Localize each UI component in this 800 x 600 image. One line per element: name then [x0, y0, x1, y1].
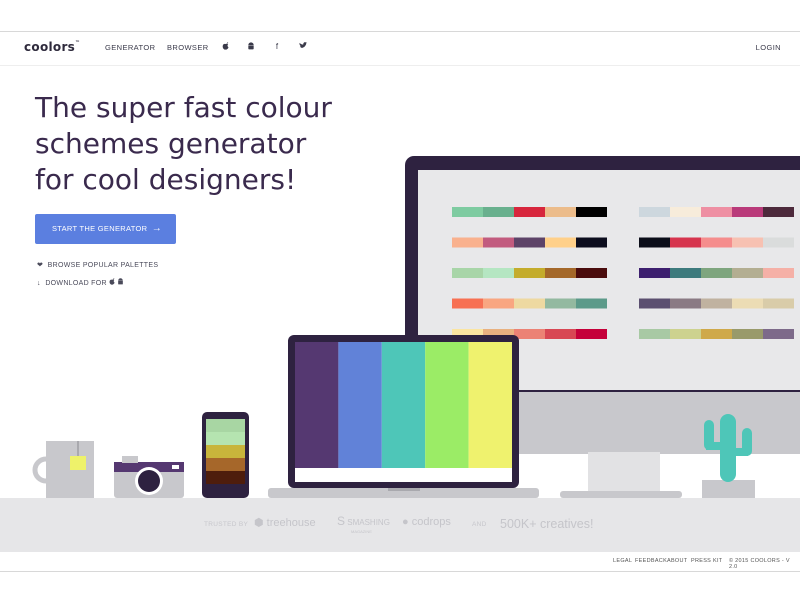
trusted-by-label: TRUSTED BY	[204, 521, 249, 528]
palette-swatch	[732, 268, 763, 278]
palette-swatch	[576, 298, 607, 309]
laptop-stripe	[381, 342, 426, 468]
smashing-logo: S SMASHING MAGAZINE	[337, 514, 390, 534]
palette-swatch	[576, 329, 607, 339]
treehouse-logo: ⬢ treehouse	[254, 517, 316, 529]
palette-swatch	[545, 298, 576, 309]
palette-swatch	[732, 237, 763, 248]
palette-swatch	[483, 268, 514, 278]
camera	[114, 456, 184, 498]
palette-swatch	[514, 268, 545, 278]
footer-legal-link[interactable]: LEGAL	[613, 558, 632, 564]
palette-swatch	[514, 329, 545, 339]
palette-swatch	[701, 268, 732, 278]
mug	[32, 441, 94, 498]
palette-swatch	[763, 207, 794, 217]
laptop-stripe	[468, 342, 512, 468]
codrops-logo: ● codrops	[402, 516, 451, 528]
palette-swatch	[452, 207, 483, 217]
palette-swatch	[732, 298, 763, 309]
palette-swatch	[514, 298, 545, 309]
palette-swatch	[701, 329, 732, 339]
laptop	[268, 335, 539, 498]
palette-swatch	[576, 268, 607, 278]
codrops-drop-icon: ●	[402, 516, 409, 528]
devices-illustration	[32, 156, 800, 498]
footer-presskit-link[interactable]: PRESS KIT	[691, 558, 722, 564]
palette-swatch	[763, 329, 794, 339]
palette-swatch	[576, 207, 607, 217]
laptop-stripe	[425, 342, 469, 468]
phone-stripe	[206, 419, 245, 432]
and-label: AND	[472, 521, 487, 528]
phone	[202, 412, 249, 498]
palette-swatch	[763, 298, 794, 309]
palette-swatch	[732, 207, 763, 217]
palette-swatch	[639, 237, 670, 248]
palette-swatch	[639, 268, 670, 278]
palette-swatch	[483, 298, 514, 309]
creatives-count: 500K+ creatives!	[500, 517, 594, 531]
palette-swatch	[545, 268, 576, 278]
palette-swatch	[514, 207, 545, 217]
phone-stripe	[206, 445, 245, 458]
phone-palette	[206, 419, 245, 484]
palette-swatch	[545, 207, 576, 217]
palette-swatch	[639, 298, 670, 309]
palette-swatch	[514, 237, 545, 248]
footer-copyright: © 2015 COOLORS - V 2.0	[729, 558, 790, 570]
smashing-s-icon: S	[337, 514, 346, 528]
laptop-stripe	[338, 342, 382, 468]
palette-swatch	[670, 207, 701, 217]
palette-swatch	[763, 237, 794, 248]
palette-swatch	[639, 329, 670, 339]
treehouse-leaf-icon: ⬢	[254, 517, 264, 529]
footer-about-link[interactable]: ABOUT	[667, 558, 687, 564]
palette-swatch	[483, 237, 514, 248]
phone-stripe	[206, 432, 245, 445]
palette-swatch	[670, 329, 701, 339]
palette-swatch	[452, 268, 483, 278]
laptop-palette	[295, 342, 512, 468]
bottom-divider	[0, 571, 800, 572]
palette-swatch	[452, 298, 483, 309]
palette-swatch	[576, 237, 607, 248]
palette-swatch	[670, 268, 701, 278]
palette-swatch	[670, 298, 701, 309]
palette-swatch	[670, 237, 701, 248]
palette-swatch	[545, 237, 576, 248]
palette-swatch	[545, 329, 576, 339]
phone-stripe	[206, 471, 245, 484]
palette-swatch	[452, 237, 483, 248]
palette-swatch	[483, 207, 514, 217]
phone-stripe	[206, 458, 245, 471]
palette-swatch	[701, 298, 732, 309]
palette-swatch	[639, 207, 670, 217]
palette-swatch	[701, 237, 732, 248]
palette-swatch	[763, 268, 794, 278]
footer-feedback-link[interactable]: FEEDBACK	[635, 558, 667, 564]
palette-swatch	[732, 329, 763, 339]
laptop-stripe	[295, 342, 339, 468]
palette-swatch	[701, 207, 732, 217]
